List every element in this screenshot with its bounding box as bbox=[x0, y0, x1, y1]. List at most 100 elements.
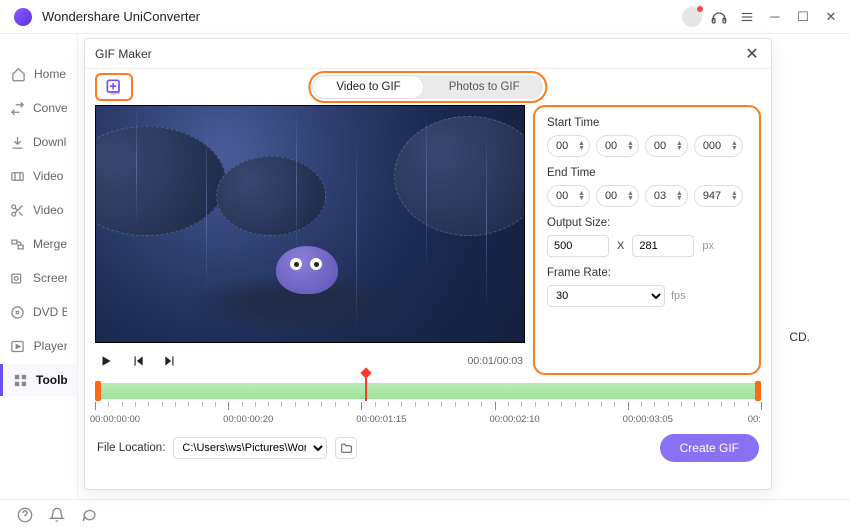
tab-label: Photos to GIF bbox=[449, 81, 520, 93]
play-button[interactable] bbox=[97, 352, 115, 370]
window-minimize-button[interactable]: ─ bbox=[764, 6, 786, 28]
tab-photos-to-gif[interactable]: Photos to GIF bbox=[425, 75, 544, 99]
sidebar-item-editor[interactable]: Video Ed... bbox=[0, 194, 77, 226]
stepper-arrows-icon[interactable]: ▲▼ bbox=[676, 191, 683, 201]
sidebar-item-recorder[interactable]: Screen R... bbox=[0, 262, 77, 294]
sidebar-item-label: Player bbox=[34, 339, 67, 353]
trim-handle-start[interactable] bbox=[95, 381, 101, 401]
app-title: Wondershare UniConverter bbox=[42, 9, 200, 24]
stepper-arrows-icon[interactable]: ▲▼ bbox=[578, 141, 585, 151]
start-ms-stepper[interactable]: 000▲▼ bbox=[694, 135, 743, 157]
record-icon bbox=[10, 270, 25, 286]
sidebar-item-label: Home bbox=[34, 67, 66, 81]
trim-timeline[interactable] bbox=[95, 381, 761, 401]
sidebar-item-label: Screen R... bbox=[33, 271, 67, 285]
preview-character-icon bbox=[276, 236, 342, 294]
sidebar-item-label: Merger bbox=[33, 237, 67, 251]
tick-label: 00:00:02:10 bbox=[489, 414, 539, 425]
sidebar-item-player[interactable]: Player bbox=[0, 330, 77, 362]
menu-icon[interactable] bbox=[736, 6, 758, 28]
bell-icon[interactable] bbox=[48, 506, 66, 524]
download-icon bbox=[10, 134, 25, 150]
sidebar-item-downloader[interactable]: Downlo... bbox=[0, 126, 77, 158]
start-second-stepper[interactable]: 00▲▼ bbox=[645, 135, 688, 157]
scissors-icon bbox=[10, 202, 25, 218]
convert-icon bbox=[10, 100, 25, 116]
next-frame-button[interactable] bbox=[161, 352, 179, 370]
mode-tab-highlight: Video to GIF Photos to GIF bbox=[308, 71, 547, 103]
window-maximize-button[interactable]: ☐ bbox=[792, 6, 814, 28]
window-close-button[interactable]: ✕ bbox=[820, 6, 842, 28]
home-icon bbox=[10, 66, 26, 82]
play-square-icon bbox=[10, 338, 26, 354]
sidebar-item-label: Downlo... bbox=[33, 135, 67, 149]
feedback-icon[interactable] bbox=[80, 506, 98, 524]
frame-rate-label: Frame Rate: bbox=[547, 267, 747, 279]
output-size-label: Output Size: bbox=[547, 217, 747, 229]
merge-icon bbox=[10, 236, 25, 252]
stepper-arrows-icon[interactable]: ▲▼ bbox=[676, 141, 683, 151]
sidebar-item-compressor[interactable]: Video C... bbox=[0, 160, 77, 192]
sidebar-item-label: DVD Bur... bbox=[33, 305, 67, 319]
compress-icon bbox=[10, 168, 25, 184]
end-minute-stepper[interactable]: 00▲▼ bbox=[596, 185, 639, 207]
partial-cd-label: CD. bbox=[789, 330, 810, 344]
bottombar bbox=[0, 499, 850, 529]
stepper-arrows-icon[interactable]: ▲▼ bbox=[731, 191, 738, 201]
playback-time: 00:01/00:03 bbox=[468, 355, 523, 367]
end-ms-stepper[interactable]: 947▲▼ bbox=[694, 185, 743, 207]
sidebar-item-converter[interactable]: Convert... bbox=[0, 92, 77, 124]
frame-rate-select[interactable]: 30 bbox=[547, 285, 665, 307]
end-second-stepper[interactable]: 03▲▼ bbox=[645, 185, 688, 207]
trim-handle-end[interactable] bbox=[755, 381, 761, 401]
tick-label: 00:00:01:15 bbox=[356, 414, 406, 425]
end-time-label: End Time bbox=[547, 167, 747, 179]
tick-label: 00:00:00:00 bbox=[90, 414, 140, 425]
end-hour-stepper[interactable]: 00▲▼ bbox=[547, 185, 590, 207]
gif-settings-panel: Start Time 00▲▼ 00▲▼ 00▲▼ 000▲▼ End Time… bbox=[533, 105, 761, 375]
titlebar: Wondershare UniConverter ─ ☐ ✕ bbox=[0, 0, 850, 34]
tick-label: 00:00:00:20 bbox=[223, 414, 273, 425]
video-preview[interactable] bbox=[95, 105, 525, 343]
file-location-select[interactable]: C:\Users\ws\Pictures\Wonders bbox=[173, 437, 327, 459]
sidebar: Home Convert... Downlo... Video C... Vid… bbox=[0, 34, 78, 499]
start-time-label: Start Time bbox=[547, 117, 747, 129]
sidebar-item-dvd[interactable]: DVD Bur... bbox=[0, 296, 77, 328]
sidebar-item-home[interactable]: Home bbox=[0, 58, 77, 90]
disc-icon bbox=[10, 304, 25, 320]
tab-video-to-gif[interactable]: Video to GIF bbox=[312, 75, 424, 99]
prev-frame-button[interactable] bbox=[129, 352, 147, 370]
account-avatar-icon[interactable] bbox=[682, 7, 702, 27]
support-icon[interactable] bbox=[708, 6, 730, 28]
create-gif-button[interactable]: Create GIF bbox=[660, 434, 759, 462]
open-folder-button[interactable] bbox=[335, 437, 357, 459]
size-separator: X bbox=[617, 240, 624, 252]
add-media-button[interactable] bbox=[95, 73, 133, 101]
tick-label: 00:00:03:05 bbox=[623, 414, 673, 425]
stepper-arrows-icon[interactable]: ▲▼ bbox=[578, 191, 585, 201]
modal-title: GIF Maker bbox=[95, 47, 152, 61]
sidebar-item-merger[interactable]: Merger bbox=[0, 228, 77, 260]
playhead[interactable] bbox=[365, 373, 367, 401]
sidebar-item-label: Toolbox bbox=[36, 373, 67, 387]
app-logo-icon bbox=[14, 8, 32, 26]
start-hour-stepper[interactable]: 00▲▼ bbox=[547, 135, 590, 157]
tick-label: 00: bbox=[748, 414, 761, 425]
sidebar-item-label: Convert... bbox=[33, 101, 67, 115]
sidebar-item-toolbox[interactable]: Toolbox bbox=[0, 364, 77, 396]
help-icon[interactable] bbox=[16, 506, 34, 524]
stepper-arrows-icon[interactable]: ▲▼ bbox=[627, 141, 634, 151]
close-icon[interactable]: ✕ bbox=[743, 45, 761, 63]
stepper-arrows-icon[interactable]: ▲▼ bbox=[627, 191, 634, 201]
tab-label: Video to GIF bbox=[336, 81, 400, 93]
sidebar-item-label: Video Ed... bbox=[33, 203, 67, 217]
stepper-arrows-icon[interactable]: ▲▼ bbox=[731, 141, 738, 151]
sidebar-item-label: Video C... bbox=[33, 169, 67, 183]
fps-unit: fps bbox=[671, 290, 686, 302]
start-minute-stepper[interactable]: 00▲▼ bbox=[596, 135, 639, 157]
gif-maker-modal: GIF Maker ✕ Video to GIF Photos to GIF bbox=[84, 38, 772, 490]
size-unit: px bbox=[702, 240, 714, 252]
output-width-input[interactable] bbox=[547, 235, 609, 257]
output-height-input[interactable] bbox=[632, 235, 694, 257]
grid-icon bbox=[13, 372, 28, 388]
